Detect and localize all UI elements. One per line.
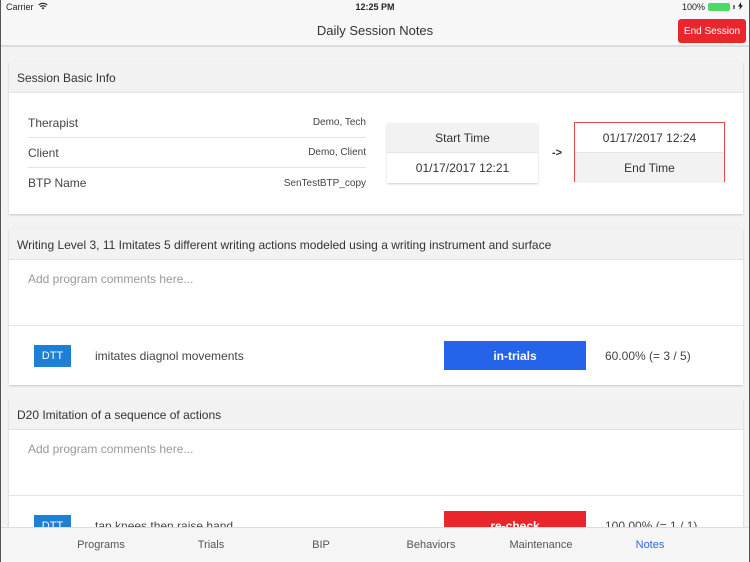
start-time-label: Start Time	[387, 123, 538, 153]
start-time-value[interactable]: 01/17/2017 12:21	[387, 153, 538, 183]
program-title: Writing Level 3, 11 Imitates 5 different…	[9, 229, 743, 260]
end-time-value[interactable]: 01/17/2017 12:24	[575, 123, 724, 153]
tab-bip[interactable]: BIP	[312, 539, 330, 551]
time-arrow: ->	[552, 147, 563, 159]
page-title: Daily Session Notes	[316, 23, 434, 38]
target-name: imitates diagnol movements	[95, 349, 244, 363]
client-label: Client	[28, 145, 59, 160]
battery-level	[708, 3, 730, 11]
end-time-box[interactable]: 01/17/2017 12:24 End Time	[574, 122, 725, 183]
target-status-button[interactable]: re-check	[444, 511, 586, 527]
btp-name-label: BTP Name	[28, 176, 87, 190]
clock: 12:25 PM	[355, 2, 395, 12]
end-time-label: End Time	[575, 153, 724, 183]
tab-behaviors[interactable]: Behaviors	[407, 539, 456, 551]
battery-percent: 100%	[681, 2, 705, 12]
start-time-box[interactable]: Start Time 01/17/2017 12:21	[387, 123, 538, 183]
notes-content[interactable]: Session Basic Info Therapist Demo, Tech …	[1, 49, 749, 527]
target-name: tap knees then raise hand	[95, 519, 234, 527]
therapist-row: Therapist Demo, Tech	[28, 108, 366, 138]
dtt-badge: DTT	[34, 345, 71, 367]
dtt-badge: DTT	[34, 515, 71, 527]
therapist-value: Demo, Tech	[312, 117, 366, 128]
tab-trials[interactable]: Trials	[198, 539, 224, 551]
program-comments-input[interactable]: Add program comments here...	[28, 442, 193, 456]
btp-name-value: SenTestBTP_copy	[283, 177, 366, 189]
program-comments-input[interactable]: Add program comments here...	[28, 272, 193, 286]
program-card: D20 Imitation of a sequence of actions A…	[9, 399, 743, 527]
bolt-icon	[738, 2, 743, 12]
tab-notes[interactable]: Notes	[636, 539, 665, 551]
battery-indicator: 100%	[682, 2, 743, 12]
divider	[9, 495, 743, 496]
session-info-card: Session Basic Info Therapist Demo, Tech …	[9, 62, 743, 214]
program-card: Writing Level 3, 11 Imitates 5 different…	[9, 229, 743, 385]
target-score: 60.00% (= 3 / 5)	[605, 349, 691, 363]
tab-maintenance[interactable]: Maintenance	[510, 539, 573, 551]
navigation-bar: Daily Session Notes End Session	[1, 15, 749, 47]
btp-name-row: BTP Name SenTestBTP_copy	[28, 168, 366, 198]
client-value: Demo, Client	[308, 147, 366, 158]
client-row: Client Demo, Client	[28, 138, 366, 168]
battery-icon	[708, 3, 730, 11]
target-status-button[interactable]: in-trials	[444, 341, 586, 370]
therapist-label: Therapist	[28, 115, 79, 130]
status-bar: Carrier 12:25 PM 100%	[1, 0, 749, 15]
tab-programs[interactable]: Programs	[77, 539, 125, 551]
tab-bar: Programs Trials BIP Behaviors Maintenanc…	[1, 527, 749, 562]
battery-tip	[733, 5, 735, 9]
target-score: 100.00% (= 1 / 1)	[605, 519, 698, 527]
program-title: D20 Imitation of a sequence of actions	[9, 399, 743, 430]
divider	[9, 325, 743, 326]
end-session-button[interactable]: End Session	[678, 19, 746, 43]
session-info-header: Session Basic Info	[9, 62, 743, 93]
